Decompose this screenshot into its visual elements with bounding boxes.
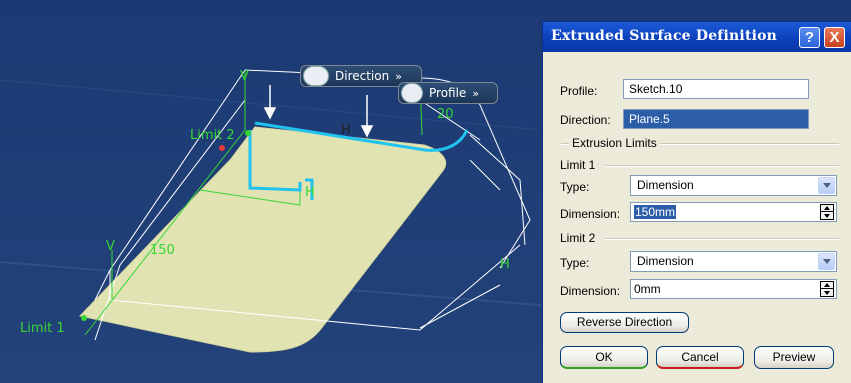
ok-button[interactable]: OK [560,346,648,369]
chevron-down-icon[interactable] [818,253,835,270]
limit1-type-value: Dimension [637,178,694,192]
limit1-dimension-input[interactable]: 150mm [630,202,837,222]
limit2-dimension-value: 0mm [634,282,661,296]
limit1-point [81,315,87,321]
h-mark-2: H [305,185,315,200]
extruded-surface-dialog: Extruded Surface Definition ? X Profile:… [542,21,851,383]
limit2-dimension-input[interactable]: 0mm [630,279,837,299]
limit1-dimension-label: Dimension: [560,207,621,221]
extrusion-limits-label: Extrusion Limits [569,136,660,150]
limit1-header: Limit 1 [560,158,596,172]
limit2-type-label: Type: [560,256,590,270]
limit2-point [245,130,251,136]
h-mark-1: H [341,123,351,138]
direction-icon [303,66,329,86]
red-marker [219,145,225,151]
chevron-right-icon: » [472,86,480,100]
chevron-right-icon: » [395,69,402,83]
limit2-dimension-label: Dimension: [560,284,621,298]
direction-field[interactable]: Plane.5 [623,109,809,129]
limit2-label: Limit 2 [190,128,235,143]
profile-manipulator[interactable]: Profile » [398,82,498,104]
limit2-type-select[interactable]: Dimension [630,251,837,272]
dimension-20-label: 20 [437,107,454,122]
limit1-type-label: Type: [560,180,590,194]
cancel-button[interactable]: Cancel [656,346,744,369]
profile-manipulator-label: Profile [429,86,467,100]
preview-button[interactable]: Preview [754,346,834,369]
limit1-divider [605,165,839,167]
h-mark-3: H [500,257,510,272]
help-button[interactable]: ? [799,27,820,48]
spinner-icon[interactable] [820,281,834,297]
chevron-down-icon[interactable] [818,177,835,194]
limit1-label: Limit 1 [20,321,65,336]
spinner-icon[interactable] [820,204,834,220]
direction-manipulator-label: Direction [335,69,390,83]
v-mark-2: V [240,69,249,84]
dialog-title: Extruded Surface Definition [551,28,778,44]
profile-label: Profile: [560,84,598,98]
reverse-direction-button[interactable]: Reverse Direction [560,312,689,333]
dimension-150-label: 150 [150,243,175,258]
close-button[interactable]: X [824,27,845,48]
limit1-type-select[interactable]: Dimension [630,175,837,196]
limit2-header: Limit 2 [560,231,596,245]
v-mark-1: V [106,239,115,254]
direction-label: Direction: [560,113,611,127]
limit2-type-value: Dimension [637,254,694,268]
limit2-divider [605,238,839,240]
dialog-titlebar[interactable]: Extruded Surface Definition ? X [543,22,851,52]
profile-icon [401,83,423,103]
profile-field[interactable]: Sketch.10 [623,79,809,99]
limit1-dimension-value: 150mm [634,205,677,219]
